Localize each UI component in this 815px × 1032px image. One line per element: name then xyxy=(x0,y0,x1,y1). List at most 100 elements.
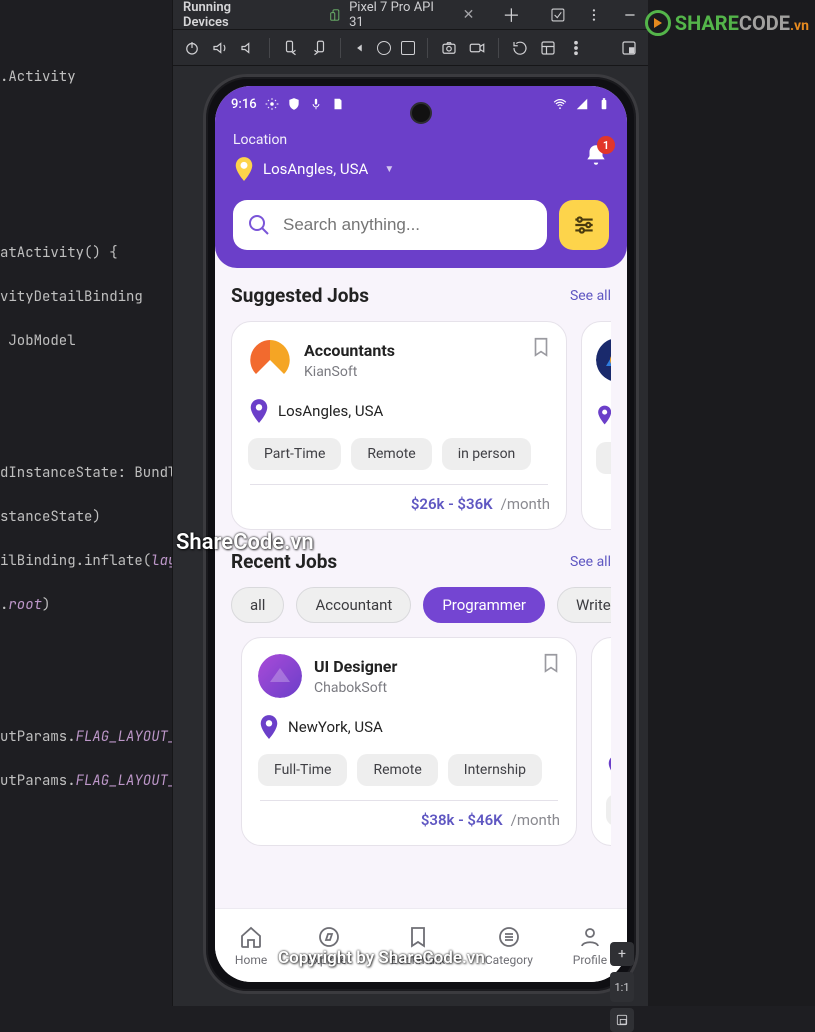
recent-list[interactable]: UI Designer ChabokSoft NewYork, USA Full… xyxy=(231,637,611,846)
plus-icon: + xyxy=(618,946,626,962)
section-title: Suggested Jobs xyxy=(231,284,369,307)
job-card-peek[interactable]: Fu xyxy=(591,637,611,846)
reload-icon[interactable] xyxy=(511,39,529,57)
suggested-section: Suggested Jobs See all Accountants KianS… xyxy=(215,268,627,534)
sd-icon xyxy=(331,97,345,111)
watermark-logo: SHARECODE.vn xyxy=(645,10,809,36)
job-card[interactable]: UI Designer ChabokSoft NewYork, USA Full… xyxy=(241,637,577,846)
filter-chip-all[interactable]: all xyxy=(231,587,284,623)
job-tag: Part-Time xyxy=(248,438,341,470)
nav-label: Explorer xyxy=(307,953,351,967)
job-tag: Internship xyxy=(448,754,542,786)
more-icon[interactable] xyxy=(586,7,602,23)
company-logo xyxy=(248,338,292,382)
company-logo xyxy=(606,654,611,698)
location-label: Location xyxy=(233,132,394,148)
filter-button[interactable] xyxy=(559,200,609,250)
company-logo xyxy=(596,338,611,382)
recent-section: Recent Jobs See all all Accountant Progr… xyxy=(215,534,627,850)
rotate-left-icon[interactable] xyxy=(282,39,300,57)
filter-chip-programmer[interactable]: Programmer xyxy=(423,587,545,623)
bottom-nav: Home Explorer Bookmark Category xyxy=(215,908,627,982)
compass-icon xyxy=(317,925,341,949)
tab-close-icon[interactable]: ✕ xyxy=(463,7,475,23)
location-value: LosAngles, USA xyxy=(263,160,368,178)
nav-bookmark[interactable]: Bookmark xyxy=(391,925,445,967)
back-icon[interactable] xyxy=(353,41,367,55)
code-line: dInstanceState: Bundle xyxy=(0,464,172,482)
tab-add-icon[interactable]: ＋ xyxy=(502,2,520,28)
code-line: FLAG_LAYOUT_N xyxy=(76,728,172,746)
code-line: stanceState) xyxy=(0,508,101,526)
record-icon[interactable] xyxy=(468,39,486,57)
pin-icon xyxy=(606,754,611,780)
location-selector[interactable]: LosAngles, USA ▼ xyxy=(233,156,394,182)
volume-down-icon[interactable] xyxy=(239,39,257,57)
phone-screen[interactable]: 9:16 Locat xyxy=(215,86,627,982)
code-line: JobModel xyxy=(0,332,76,350)
phone-frame: 9:16 Locat xyxy=(203,74,639,994)
toolbar-more-icon[interactable] xyxy=(567,39,585,57)
filter-chip-accountant[interactable]: Accountant xyxy=(296,587,411,623)
ratio-label: 1:1 xyxy=(614,981,629,994)
zoom-controls: + 1:1 xyxy=(608,942,636,1032)
minimize-icon[interactable] xyxy=(622,7,638,23)
search-input[interactable] xyxy=(281,214,533,236)
nav-home[interactable]: Home xyxy=(235,925,267,967)
home-icon[interactable] xyxy=(377,41,391,55)
fit-button[interactable] xyxy=(610,1008,634,1032)
device-tab[interactable]: Pixel 7 Pro API 31 ✕ xyxy=(329,0,474,30)
job-tag: in person xyxy=(442,438,532,470)
volume-up-icon[interactable] xyxy=(211,39,229,57)
job-card[interactable]: Accountants KianSoft LosAngles, USA Part… xyxy=(231,321,567,530)
see-all-link[interactable]: See all xyxy=(570,554,611,570)
suggested-list[interactable]: Accountants KianSoft LosAngles, USA Part… xyxy=(231,321,611,530)
section-title: Recent Jobs xyxy=(231,550,337,573)
overview-icon[interactable] xyxy=(401,41,415,55)
bookmark-icon[interactable] xyxy=(530,336,552,358)
pin-icon xyxy=(233,156,255,182)
code-editor[interactable]: .Activity atActivity() { vityDetailBindi… xyxy=(0,0,172,1006)
zoom-ratio-button[interactable]: 1:1 xyxy=(610,972,634,1002)
power-icon[interactable] xyxy=(183,39,201,57)
salary-amount: $38k - $46K xyxy=(421,811,503,829)
nav-label: Bookmark xyxy=(391,953,445,967)
code-line: ) xyxy=(42,596,50,614)
device-icon xyxy=(329,8,343,22)
see-all-link[interactable]: See all xyxy=(570,288,611,304)
camera-cutout xyxy=(410,102,432,124)
nav-category[interactable]: Category xyxy=(485,925,533,967)
tab-label: Pixel 7 Pro API 31 xyxy=(349,0,451,30)
screenshot-icon[interactable] xyxy=(440,39,458,57)
bookmark-icon xyxy=(406,925,430,949)
job-card-peek[interactable]: Ne Part- xyxy=(581,321,611,530)
sliders-icon xyxy=(571,212,597,238)
salary-amount: $26k - $36K xyxy=(411,495,493,513)
code-line: ilBinding.inflate( xyxy=(0,552,151,570)
filter-chip-writer[interactable]: Writer xyxy=(557,587,611,623)
layout-icon[interactable] xyxy=(539,39,557,57)
wifi-icon xyxy=(553,97,567,111)
filter-chips[interactable]: all Accountant Programmer Writer xyxy=(231,587,611,623)
dock-icon[interactable] xyxy=(620,39,638,57)
nav-profile[interactable]: Profile xyxy=(573,925,607,967)
rotate-right-icon[interactable] xyxy=(310,39,328,57)
expand-icon[interactable] xyxy=(550,7,566,23)
zoom-add-button[interactable]: + xyxy=(610,942,634,966)
settings-small-icon xyxy=(265,97,279,111)
pin-icon xyxy=(258,714,280,740)
notification-badge: 1 xyxy=(597,136,615,154)
fit-icon xyxy=(615,1013,629,1027)
search-field[interactable] xyxy=(233,200,547,250)
company-name: KianSoft xyxy=(304,364,395,380)
code-line: FLAG_LAYOUT_N xyxy=(76,772,172,790)
nav-explorer[interactable]: Explorer xyxy=(307,925,351,967)
device-area: 9:16 Locat xyxy=(183,70,638,1006)
code-line: layo xyxy=(151,552,172,570)
bookmark-icon[interactable] xyxy=(540,652,562,674)
job-location: LosAngles, USA xyxy=(278,402,383,420)
battery-icon xyxy=(597,97,611,111)
notifications-button[interactable]: 1 xyxy=(583,142,609,168)
wm-tld: .vn xyxy=(790,18,809,34)
status-time: 9:16 xyxy=(231,97,257,112)
